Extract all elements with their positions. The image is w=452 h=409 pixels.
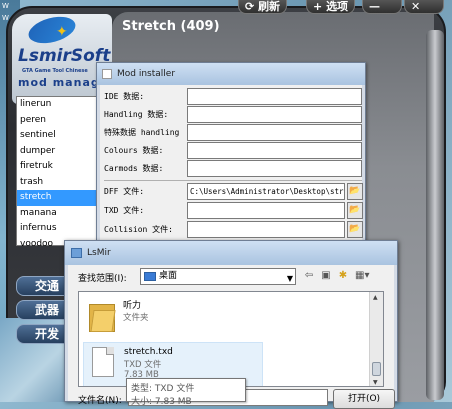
colours-label: Colours 数据:	[104, 146, 164, 155]
handling-field[interactable]	[187, 106, 362, 123]
file-type: TXD 文件	[124, 360, 162, 370]
file-tooltip: 类型: TXD 文件 大小: 7.83 MB	[126, 378, 246, 407]
colours-field[interactable]	[187, 142, 362, 159]
logo-product: mod manage	[18, 76, 109, 89]
chevron-down-icon: ▼	[286, 274, 293, 283]
options-button[interactable]: + 选项	[306, 0, 356, 14]
view-menu-icon[interactable]: ▦▾	[355, 269, 369, 283]
handling-row: Handling 数据:	[104, 106, 364, 124]
list-item[interactable]: dumper	[17, 144, 97, 160]
refresh-icon: ⟳	[245, 0, 255, 13]
carmods-field[interactable]	[187, 160, 362, 177]
file-type: 文件夹	[123, 313, 149, 323]
list-item[interactable]: peren	[17, 113, 97, 129]
close-icon: ✕	[411, 0, 421, 13]
special-handling-field[interactable]	[187, 124, 362, 141]
refresh-button[interactable]: ⟳ 刷新	[238, 0, 288, 14]
tooltip-type: 类型: TXD 文件	[131, 384, 195, 394]
minimize-button[interactable]: —	[362, 0, 402, 14]
logo-subtitle: GTA Game Tool Chinese	[22, 68, 88, 74]
options-icon: +	[313, 0, 323, 13]
file-name: stretch.txd	[124, 347, 173, 357]
logo-globe-icon	[25, 12, 79, 48]
ide-row: IDE 数据:	[104, 88, 364, 106]
scroll-thumb[interactable]	[372, 362, 381, 376]
list-item[interactable]: linerun	[17, 97, 97, 113]
filename-label: 文件名(N):	[78, 396, 122, 406]
txd-label: TXD 文件:	[104, 206, 145, 215]
list-item[interactable]: sentinel	[17, 128, 97, 144]
vehicle-title: Stretch (409)	[122, 19, 220, 34]
txd-row: TXD 文件: 📂	[104, 202, 364, 220]
look-in-value: 桌面	[159, 271, 178, 281]
mod-installer-window: Mod installer IDE 数据: Handling 数据: 特殊数据 …	[96, 62, 366, 247]
dff-row: DFF 文件: C:\Users\Administrator\Desktop\s…	[104, 183, 364, 201]
scroll-up-icon[interactable]: ▲	[373, 294, 378, 301]
colours-row: Colours 数据:	[104, 142, 364, 160]
vehicle-list[interactable]: linerun peren sentinel dumper firetruk t…	[16, 96, 98, 249]
refresh-label: 刷新	[258, 0, 281, 13]
window-icon	[71, 248, 82, 258]
list-item[interactable]: manana	[17, 206, 97, 222]
list-item[interactable]: 听力 文件夹	[83, 294, 263, 340]
folder-icon	[89, 298, 116, 332]
open-button[interactable]: 打开(O)	[333, 389, 395, 409]
up-folder-icon[interactable]: ▣	[319, 269, 333, 283]
list-item[interactable]: firetruk	[17, 159, 97, 175]
dff-browse-button[interactable]: 📂	[347, 183, 363, 200]
close-button[interactable]: ✕	[404, 0, 444, 14]
tooltip-size: 大小: 7.83 MB	[131, 397, 192, 407]
window-icon	[102, 69, 112, 79]
collision-browse-button[interactable]: 📂	[347, 221, 363, 238]
file-name: 听力	[123, 301, 142, 311]
look-in-dropdown[interactable]: 桌面 ▼	[140, 268, 296, 285]
folder-open-icon: 📂	[349, 205, 361, 215]
folder-open-icon: 📂	[349, 224, 361, 234]
back-icon[interactable]: ⇦	[302, 269, 316, 283]
look-in-label: 查找范围(I):	[78, 274, 127, 284]
ide-field[interactable]	[187, 88, 362, 105]
divider	[104, 180, 362, 181]
list-item[interactable]: trash	[17, 175, 97, 191]
vertical-scrollbar[interactable]: ▲ ▼	[369, 292, 383, 386]
ide-label: IDE 数据:	[104, 92, 145, 101]
carmods-label: Carmods 数据:	[104, 164, 164, 173]
collision-row: Collision 文件: 📂	[104, 221, 364, 239]
list-item[interactable]: infernus	[17, 221, 97, 237]
txd-path-field[interactable]	[187, 202, 345, 219]
logo-star-icon: ✦	[56, 24, 68, 40]
folder-open-icon: 📂	[349, 186, 361, 196]
minimize-icon: —	[369, 0, 380, 13]
txd-browse-button[interactable]: 📂	[347, 202, 363, 219]
special-handling-label: 特殊数据 handling	[104, 128, 180, 137]
carmods-row: Carmods 数据:	[104, 160, 364, 178]
dff-label: DFF 文件:	[104, 187, 145, 196]
txd-file-icon	[92, 347, 114, 377]
scroll-down-icon[interactable]: ▼	[373, 379, 378, 386]
right-rail	[426, 30, 444, 400]
special-handling-row: 特殊数据 handling	[104, 124, 364, 142]
handling-label: Handling 数据:	[104, 110, 169, 119]
file-list[interactable]: 听力 文件夹 stretch.txd TXD 文件 7.83 MB ▲ ▼	[78, 291, 384, 387]
dialog-title: LsMir	[87, 248, 111, 258]
collision-path-field[interactable]	[187, 221, 345, 238]
collision-label: Collision 文件:	[104, 225, 173, 234]
mod-installer-titlebar: Mod installer	[97, 63, 365, 85]
new-folder-icon[interactable]: ✱	[336, 269, 350, 283]
mod-installer-title: Mod installer	[117, 69, 176, 79]
dialog-titlebar: LsMir	[65, 241, 397, 265]
desktop-icon	[144, 272, 156, 281]
mod-installer-body: IDE 数据: Handling 数据: 特殊数据 handling Colou…	[100, 85, 364, 246]
list-item-selected[interactable]: stretch	[17, 190, 97, 206]
dff-path-field[interactable]: C:\Users\Administrator\Desktop\str	[187, 183, 345, 200]
options-label: 选项	[326, 0, 349, 13]
